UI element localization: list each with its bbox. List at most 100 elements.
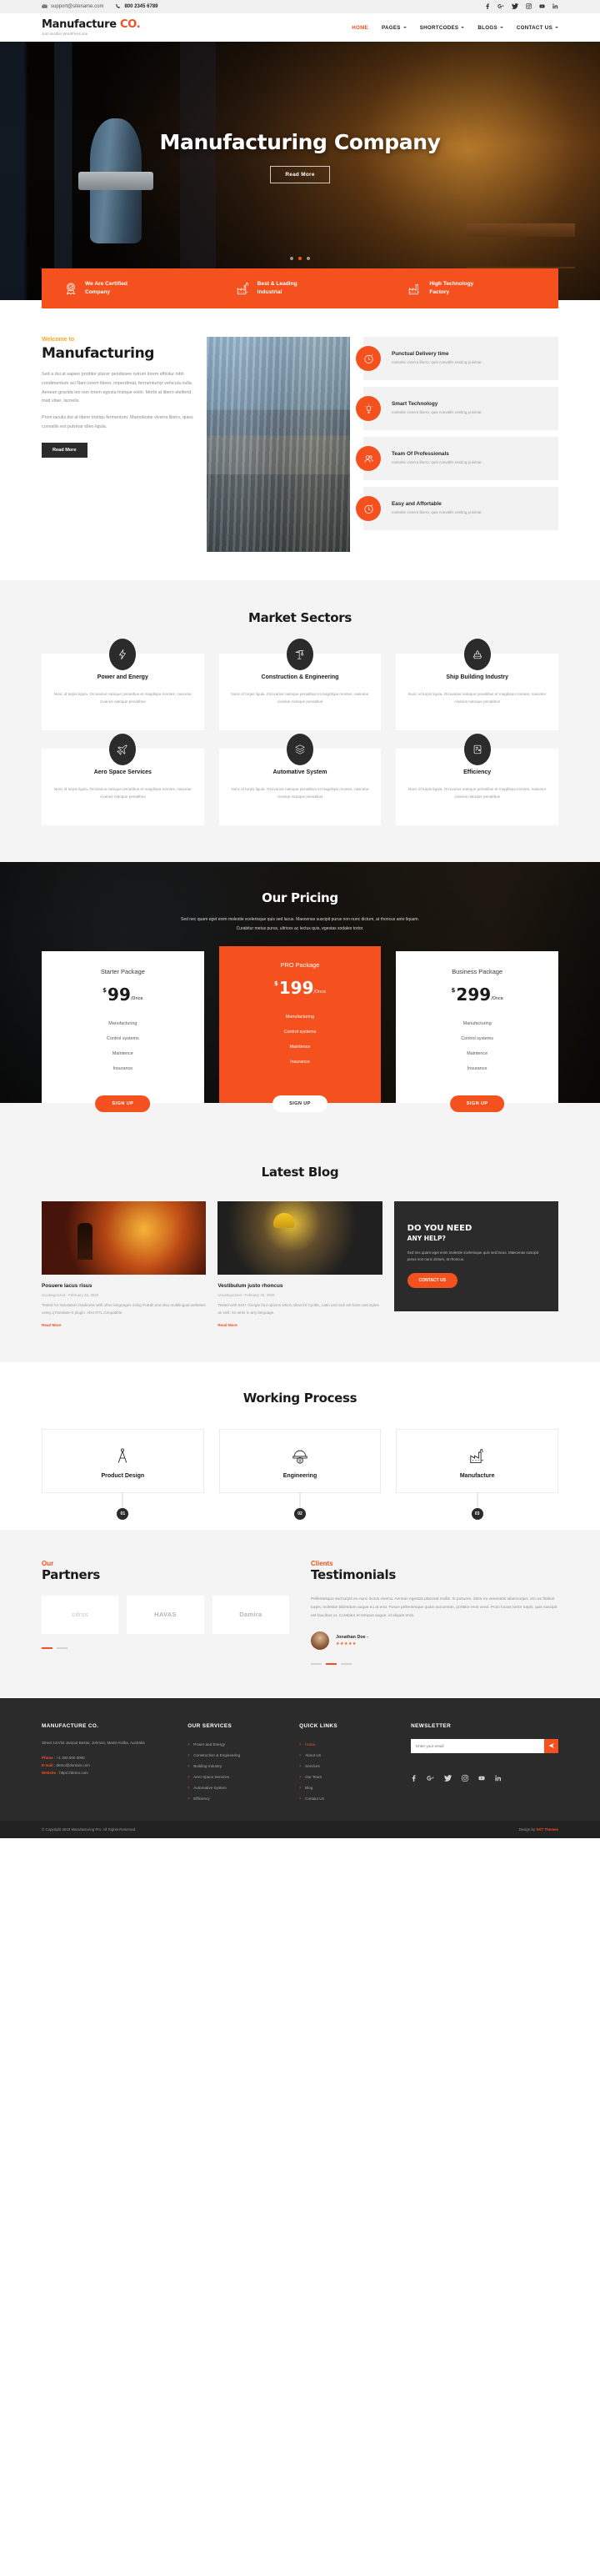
factory-manufacture-icon [407,1445,548,1468]
plan-features: Manufacturing Control systems Maintence … [228,1010,373,1070]
credit-brand[interactable]: SKT Themes [536,1827,558,1832]
sector-desc: Nunc id turpis ligula. Orcivarius natoqu… [231,786,369,799]
process-step-engineering[interactable]: Engineering 02 [218,1428,382,1520]
plan-currency: $ [273,980,278,987]
footer-quicklink-about-us[interactable]: About Us [299,1750,398,1761]
footer-quicklinks-list: Home About Us Services Our Team Blog Con… [299,1739,398,1804]
plan-signup-button-business[interactable]: SIGN UP [449,1095,505,1112]
blog-post-2[interactable]: Vestibulum justo rhoncus Uncategorized -… [218,1201,382,1329]
newsletter-email-input[interactable] [411,1739,544,1754]
price-card-business: Business Package $ 299 /Once Manufacturi… [396,951,558,1112]
about-read-more-button[interactable]: Read More [42,442,88,458]
testimonial-author: Jonathan Doe - ★★★★★ [311,1631,558,1651]
site-logo[interactable]: Manufacture CO. Just another WordPress s… [42,18,141,36]
facebook-icon[interactable] [485,3,490,11]
blog-read-more-link[interactable]: Read More [42,1323,62,1327]
plan-features: Manufacturing Control systems Maintence … [404,1016,550,1076]
footer-quicklink-our-team[interactable]: Our Team [299,1772,398,1782]
blog-thumbnail[interactable] [218,1201,382,1275]
blog-read-more-link[interactable]: Read More [218,1323,238,1327]
menu-item-pages[interactable]: PAGES [382,25,407,31]
facebook-icon[interactable] [411,1775,417,1784]
footer-service-link[interactable]: Construction & Engineering [188,1750,286,1761]
feature-title: Smart Technology [392,400,438,407]
feature-line1: High Technology [429,280,474,287]
partners-pager-dot-2[interactable] [57,1646,68,1649]
sector-card-aero-space-services[interactable]: Aero Space Services Nunc id turpis ligul… [42,734,204,825]
partners-pager-dot-1[interactable] [42,1646,52,1649]
footer-email-value[interactable]: demo@domain.com [57,1763,90,1767]
testimonials-pager-dot-3[interactable] [341,1663,352,1666]
footer-service-link[interactable]: Automative System [188,1782,286,1793]
hero-dot-1[interactable] [290,257,293,260]
send-icon [548,1742,555,1751]
blog-post-meta: Uncategorized - February 26, 2020 [218,1293,275,1297]
sector-card-power-and-energy[interactable]: Power and Energy Nunc id turpis ligula. … [42,639,204,730]
about-feature-easy-affordable[interactable]: Easy and Affortable molestie viverra lib… [356,487,558,530]
menu-label: CONTACT US [516,24,552,31]
plan-signup-button-starter[interactable]: SIGN UP [95,1095,151,1112]
menu-item-shortcodes[interactable]: SHORTCODES [420,25,465,31]
testimonials-pager-dot-1[interactable] [311,1663,322,1666]
twitter-icon[interactable] [444,1775,452,1784]
testimonials-pager [311,1663,558,1666]
about-feature-team-professionals[interactable]: Team Of Professionals molestie viverra l… [356,437,558,480]
process-step-product-design[interactable]: Product Design 01 [42,1428,204,1520]
sector-card-automative-system[interactable]: Automative System Nunc id turpis ligula.… [218,734,382,825]
menu-item-home[interactable]: HOME [352,25,368,31]
feature-high-tech[interactable]: High Technology Factory [386,280,558,297]
market-sectors-title: Market Sectors [248,610,352,625]
email-contact[interactable]: support@sitename.com [42,3,103,11]
linkedin-icon[interactable] [495,1775,502,1784]
footer-service-link[interactable]: Efficiency [188,1793,286,1804]
newsletter-submit-button[interactable] [544,1739,558,1754]
footer-service-link[interactable]: Building Industry [188,1761,286,1772]
twitter-icon[interactable] [512,3,518,11]
linkedin-icon[interactable] [552,3,558,11]
footer-service-link[interactable]: Power and Energy [188,1739,286,1750]
menu-item-contact-us[interactable]: CONTACT US [517,25,558,31]
footer-quicklink-home[interactable]: Home [299,1739,398,1750]
blog-post-1[interactable]: Posuere lacus risus Uncategorized - Febr… [42,1201,207,1329]
footer-web-value[interactable]: https://demo.com [59,1771,88,1775]
need-help-heading: DO YOU NEED ANY HELP? [408,1223,545,1243]
plan-signup-button-pro[interactable]: SIGN UP [272,1095,328,1112]
about-feature-punctual-delivery[interactable]: Punctual Delivery time molestie viverra … [356,337,558,380]
phone-contact[interactable]: 800 2345 6789 [115,3,158,11]
about-feature-smart-technology[interactable]: Smart Technology molestie viverra libero… [356,387,558,430]
google-plus-icon[interactable] [498,3,504,11]
partner-logo-citrus[interactable]: citrus [42,1595,119,1634]
partner-logo-havas[interactable]: HAVAS [127,1595,204,1634]
about-text-column: Welcome to Manufacturing Sed a dui at sa… [42,337,193,552]
sector-card-construction-engineering[interactable]: Construction & Engineering Nunc id turpi… [218,639,382,730]
youtube-icon[interactable] [478,1775,485,1784]
menu-label: BLOGS [478,24,498,31]
blog-thumbnail[interactable] [42,1201,207,1275]
footer-email-row: E-mail : demo@domain.com [42,1762,174,1769]
hero-dot-2[interactable] [298,257,302,260]
partner-logo-damira[interactable]: Damira [212,1595,289,1634]
instagram-icon[interactable] [462,1775,468,1784]
menu-label: HOME [352,24,368,31]
footer-quicklink-contact-us[interactable]: Contact Us [299,1793,398,1804]
plan-amount: 299 [456,985,492,1005]
youtube-icon[interactable] [539,3,545,11]
feature-certified[interactable]: We Are Certified Company [42,280,214,297]
google-plus-icon[interactable] [427,1775,434,1784]
sector-card-ship-building-industry[interactable]: Ship Building Industry Nunc id turpis li… [396,639,558,730]
process-step-manufacture[interactable]: Manufacture 03 [396,1428,558,1520]
footer-service-link[interactable]: Aero Space Services [188,1772,286,1782]
gauge-icon [463,734,491,765]
need-help-contact-button[interactable]: CONTACT US [407,1272,458,1288]
hero-dot-3[interactable] [307,257,310,260]
menu-item-blogs[interactable]: BLOGS [478,25,503,31]
instagram-icon[interactable] [526,3,532,11]
feature-leading[interactable]: Best & Leading Industrial [214,280,387,297]
hero-read-more-button[interactable]: Read More [270,166,330,183]
footer-quicklink-services[interactable]: Services [299,1761,398,1772]
sector-card-efficiency[interactable]: Efficiency Nunc id turpis ligula. Orciva… [396,734,558,825]
price-card-starter: Starter Package $ 99 /Once Manufacturing… [42,951,204,1112]
testimonials-pager-dot-2[interactable] [326,1663,337,1666]
plan-amount: 99 [108,985,131,1005]
footer-quicklink-blog[interactable]: Blog [299,1782,398,1793]
